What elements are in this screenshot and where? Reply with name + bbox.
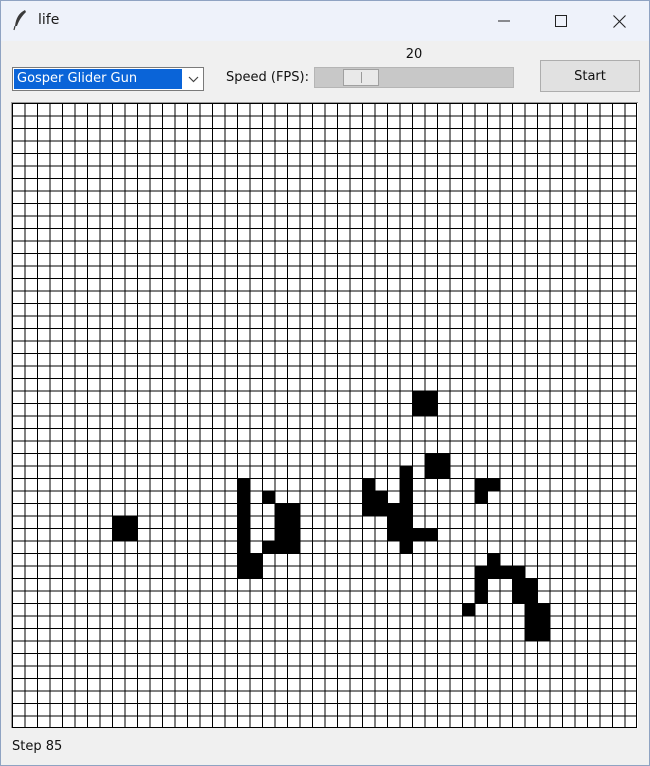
live-cell[interactable] xyxy=(412,390,425,404)
live-cell[interactable] xyxy=(487,565,500,579)
live-cell[interactable] xyxy=(362,478,375,491)
preset-selected-value: Gosper Glider Gun xyxy=(14,69,182,89)
live-cell[interactable] xyxy=(124,515,138,529)
live-cell[interactable] xyxy=(487,478,500,491)
feather-icon xyxy=(11,9,31,31)
life-grid-canvas[interactable] xyxy=(12,103,638,728)
live-cell[interactable] xyxy=(274,515,288,529)
live-cell[interactable] xyxy=(399,528,413,541)
live-cell[interactable] xyxy=(362,490,375,504)
live-cell[interactable] xyxy=(249,553,263,566)
live-cell[interactable] xyxy=(387,515,400,529)
speed-label: Speed (FPS): xyxy=(226,70,309,85)
live-cell[interactable] xyxy=(512,578,525,591)
life-grid[interactable] xyxy=(11,102,638,728)
live-cell[interactable] xyxy=(374,503,388,516)
live-cell[interactable] xyxy=(237,478,250,491)
live-cell[interactable] xyxy=(424,403,438,416)
chevron-down-icon xyxy=(188,76,199,83)
live-cell[interactable] xyxy=(524,615,538,629)
speed-slider[interactable] xyxy=(314,67,514,88)
step-status: Step 85 xyxy=(12,739,63,754)
live-cell[interactable] xyxy=(499,565,513,579)
live-cell[interactable] xyxy=(362,503,375,516)
live-cell[interactable] xyxy=(474,590,488,604)
start-button[interactable]: Start xyxy=(540,60,640,92)
live-cell[interactable] xyxy=(237,490,250,504)
live-cell[interactable] xyxy=(487,553,500,566)
live-cell[interactable] xyxy=(424,390,438,404)
live-cell[interactable] xyxy=(399,515,413,529)
live-cell[interactable] xyxy=(274,528,288,541)
minimize-icon xyxy=(498,20,510,22)
live-cell[interactable] xyxy=(387,503,400,516)
live-cell[interactable] xyxy=(399,490,413,504)
close-icon xyxy=(612,14,626,28)
speed-value: 20 xyxy=(405,47,423,62)
live-cell[interactable] xyxy=(249,565,263,579)
maximize-button[interactable] xyxy=(532,1,590,41)
live-cell[interactable] xyxy=(537,615,550,629)
live-cell[interactable] xyxy=(424,528,438,541)
live-cell[interactable] xyxy=(462,603,475,616)
live-cell[interactable] xyxy=(399,540,413,554)
minimize-button[interactable] xyxy=(475,1,533,41)
live-cell[interactable] xyxy=(274,503,288,516)
live-cell[interactable] xyxy=(524,590,538,604)
live-cell[interactable] xyxy=(437,465,450,479)
live-cell[interactable] xyxy=(274,540,288,554)
live-cell[interactable] xyxy=(524,628,538,641)
live-cell[interactable] xyxy=(399,465,413,479)
live-cell[interactable] xyxy=(374,490,388,504)
live-cell[interactable] xyxy=(287,515,300,529)
live-cell[interactable] xyxy=(424,465,438,479)
live-cell[interactable] xyxy=(399,503,413,516)
maximize-icon xyxy=(555,15,567,27)
app-window: life Gosper Glider Gun Speed (FPS): 20 S… xyxy=(0,0,650,766)
live-cell[interactable] xyxy=(512,590,525,604)
live-cell[interactable] xyxy=(237,553,250,566)
live-cell[interactable] xyxy=(112,528,125,541)
live-cell[interactable] xyxy=(237,565,250,579)
window-title: life xyxy=(38,12,60,28)
live-cell[interactable] xyxy=(287,503,300,516)
live-cell[interactable] xyxy=(412,403,425,416)
live-cell[interactable] xyxy=(424,453,438,466)
live-cell[interactable] xyxy=(524,603,538,616)
close-button[interactable] xyxy=(590,1,648,41)
live-cell[interactable] xyxy=(237,515,250,529)
live-cell[interactable] xyxy=(262,540,275,554)
speed-slider-thumb[interactable] xyxy=(343,69,379,86)
live-cell[interactable] xyxy=(112,515,125,529)
live-cell[interactable] xyxy=(287,540,300,554)
live-cell[interactable] xyxy=(437,453,450,466)
live-cell[interactable] xyxy=(237,540,250,554)
live-cell[interactable] xyxy=(537,628,550,641)
live-cell[interactable] xyxy=(124,528,138,541)
live-cell[interactable] xyxy=(387,528,400,541)
live-cell[interactable] xyxy=(399,478,413,491)
live-cell[interactable] xyxy=(512,565,525,579)
live-cell[interactable] xyxy=(237,503,250,516)
live-cell[interactable] xyxy=(237,528,250,541)
live-cell[interactable] xyxy=(287,528,300,541)
live-cell[interactable] xyxy=(474,490,488,504)
live-cell[interactable] xyxy=(474,565,488,579)
title-bar[interactable]: life xyxy=(1,1,649,41)
live-cell[interactable] xyxy=(412,528,425,541)
preset-dropdown[interactable]: Gosper Glider Gun xyxy=(12,67,204,91)
live-cell[interactable] xyxy=(474,478,488,491)
live-cell[interactable] xyxy=(524,578,538,591)
live-cell[interactable] xyxy=(474,578,488,591)
live-cell[interactable] xyxy=(262,490,275,504)
live-cell[interactable] xyxy=(537,603,550,616)
